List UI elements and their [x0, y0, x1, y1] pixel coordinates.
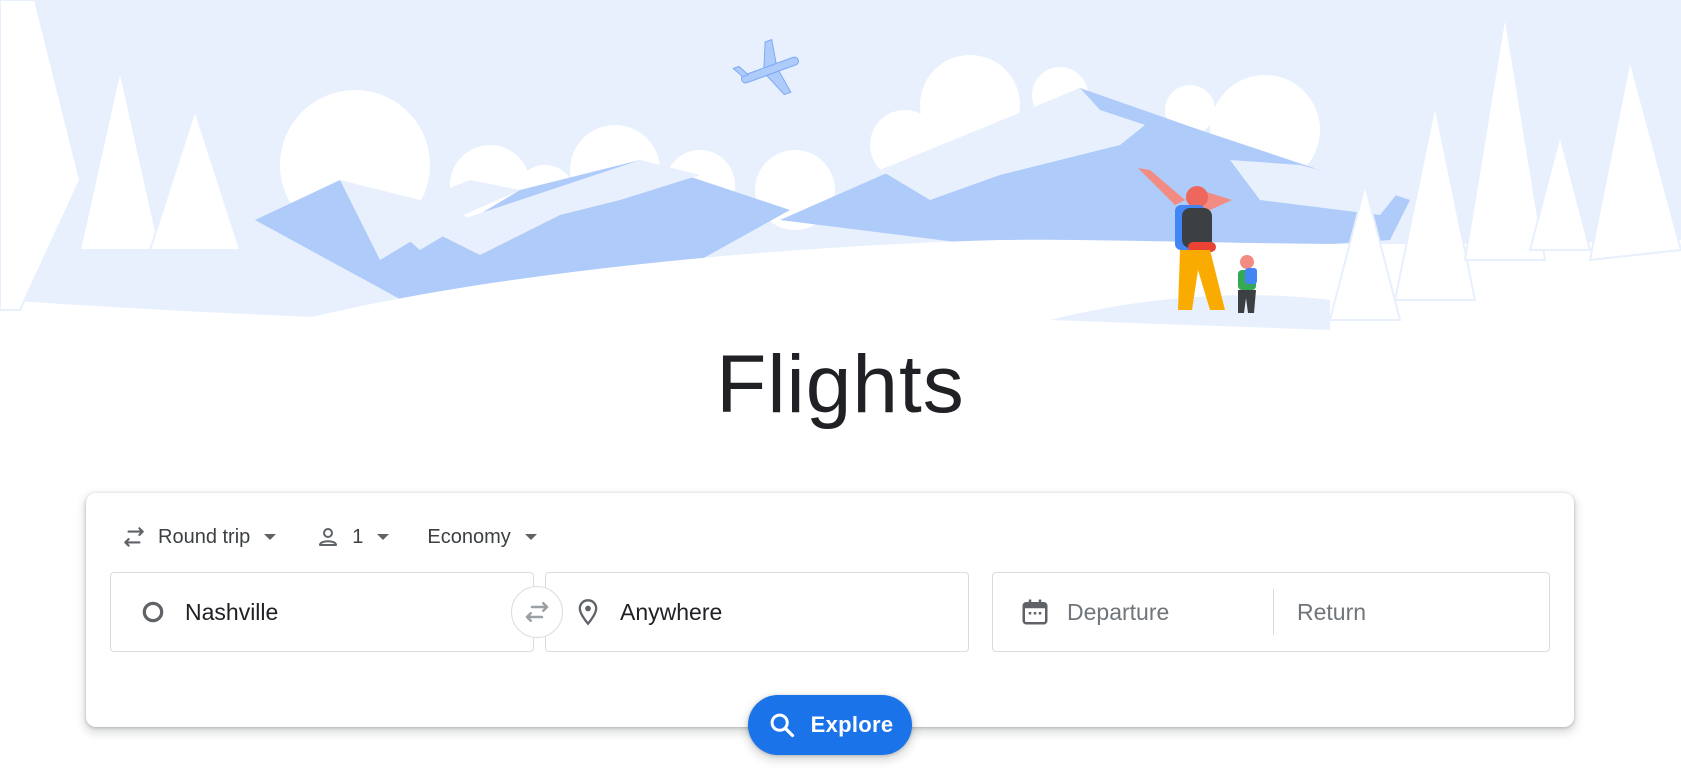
trip-type-label: Round trip	[158, 525, 251, 548]
swap-locations-button[interactable]	[511, 586, 563, 638]
departure-input[interactable]: Departure	[1067, 599, 1267, 626]
date-range-field[interactable]: Departure Return	[992, 572, 1550, 652]
chevron-down-icon	[264, 534, 277, 540]
destination-field[interactable]: Anywhere	[545, 572, 969, 652]
person-icon	[314, 523, 342, 551]
calendar-icon	[1017, 594, 1053, 630]
swap-horiz-icon	[120, 523, 148, 551]
swap-arrows-icon	[525, 602, 549, 622]
search-icon	[767, 710, 797, 740]
explore-label: Explore	[810, 712, 894, 737]
page-title: Flights	[716, 339, 965, 430]
search-card: Round trip 1 Economy Nashville Anywhere	[86, 493, 1574, 727]
chevron-down-icon	[377, 534, 390, 540]
return-input[interactable]: Return	[1297, 599, 1366, 626]
origin-field[interactable]: Nashville	[110, 572, 534, 652]
trip-type-dropdown[interactable]: Round trip	[110, 517, 290, 557]
trip-options: Round trip 1 Economy	[110, 517, 565, 557]
cabin-class-dropdown[interactable]: Economy	[417, 517, 550, 557]
hero-illustration	[0, 0, 1681, 350]
date-divider	[1273, 589, 1274, 635]
origin-circle-icon	[135, 594, 171, 630]
passengers-dropdown[interactable]: 1	[304, 517, 403, 557]
explore-button[interactable]: Explore	[748, 695, 912, 755]
location-pin-icon	[570, 594, 606, 630]
chevron-down-icon	[524, 534, 537, 540]
passengers-count: 1	[352, 525, 364, 548]
cabin-class-label: Economy	[427, 525, 511, 548]
destination-value: Anywhere	[620, 598, 723, 625]
origin-value: Nashville	[185, 598, 279, 625]
